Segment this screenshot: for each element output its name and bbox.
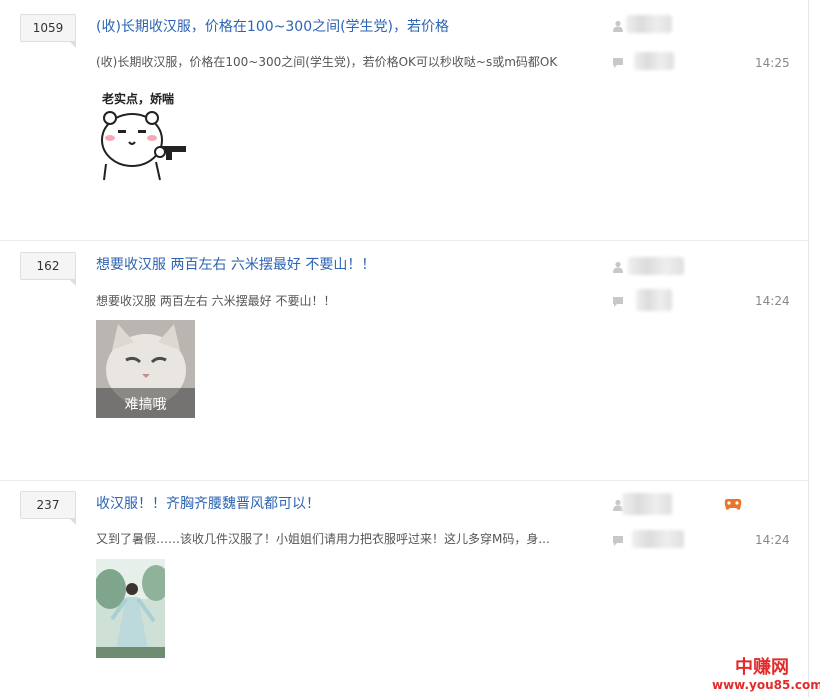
user-icon [613,261,623,273]
image-caption: 难搞哦 [124,397,167,413]
user-icon [613,20,623,32]
thread-item: 237 收汉服！！齐胸齐腰魏晋风都可以！ 又到了暑假……该收几件汉服了！小姐姐们… [0,481,808,697]
thread-image-cat[interactable]: 难搞哦 [96,320,195,418]
thread-item: 162 想要收汉服 两百左右 六米摆最好 不要山！！ 想要收汉服 两百左右 六米… [0,241,808,480]
thread-image-sticker[interactable]: 老实点，娇喘 [96,86,196,186]
last-replier-blurred[interactable] [634,52,674,70]
thread-image-hanfu[interactable] [96,559,165,658]
comment-icon [613,58,623,68]
bear-with-gun-icon [101,111,186,181]
thread-excerpt: 又到了暑假……该收几件汉服了！小姐姐们请用力把衣服呼过来！这儿多穿M码，身... [96,532,550,546]
last-replier-blurred[interactable] [632,530,684,548]
comment-icon [613,297,623,307]
watermark-url: www.you85.com [712,678,820,692]
thread-title-link[interactable]: 想要收汉服 两百左右 六米摆最好 不要山！！ [96,256,375,274]
comment-icon [613,536,623,546]
right-divider [808,0,809,697]
author-name-blurred[interactable] [622,493,672,515]
last-reply-time: 14:24 [755,294,790,308]
reply-count: 162 [20,252,76,286]
watermark-brand: 中赚网 [735,657,789,678]
reply-count: 1059 [20,14,76,48]
author-name-blurred[interactable] [628,257,684,275]
last-reply-time: 14:25 [755,56,790,70]
last-replier-blurred[interactable] [636,289,672,311]
site-watermark: 中赚网 www.you85.com [712,657,820,694]
reply-count: 237 [20,491,76,525]
thread-excerpt: 想要收汉服 两百左右 六米摆最好 不要山！！ [96,294,336,308]
last-reply-time: 14:24 [755,533,790,547]
thread-title-link[interactable]: 收汉服！！齐胸齐腰魏晋风都可以！ [96,495,320,513]
thread-item: 1059 (收)长期收汉服，价格在100~300之间(学生党)，若价格 (收)长… [0,0,808,240]
author-name-blurred[interactable] [626,15,672,33]
hanfu-photo-icon [96,559,165,658]
game-controller-icon [724,499,742,510]
thread-excerpt: (收)长期收汉服，价格在100~300之间(学生党)，若价格OK可以秒收哒~s或… [96,55,558,69]
thread-title-link[interactable]: (收)长期收汉服，价格在100~300之间(学生党)，若价格 [96,18,449,36]
